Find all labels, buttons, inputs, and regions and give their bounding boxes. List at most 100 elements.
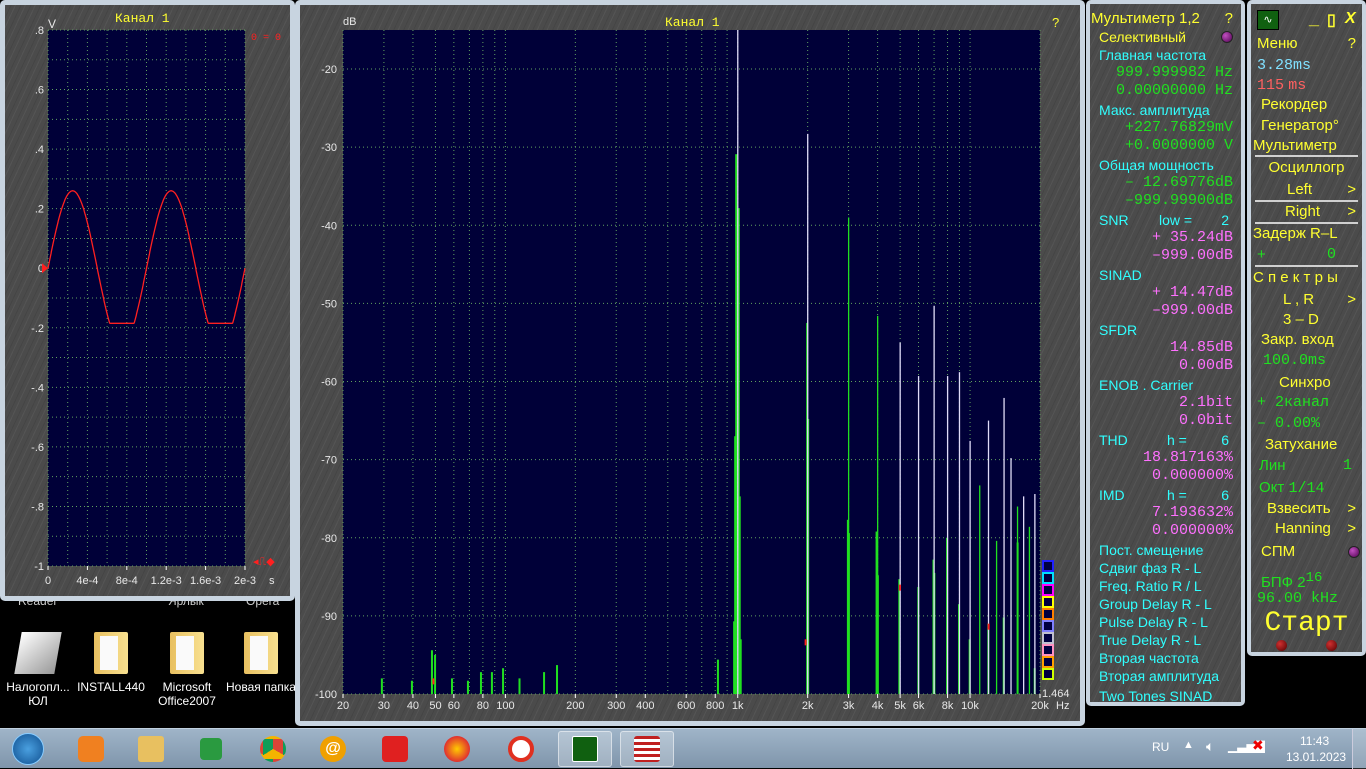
minimize-button[interactable]: _	[1309, 8, 1319, 29]
taskbar-media-player[interactable]	[64, 731, 118, 767]
delay-value[interactable]: +0	[1257, 245, 1356, 265]
spectrum-bar	[502, 668, 505, 694]
trace-color-swatch[interactable]	[1042, 620, 1054, 632]
3d-button[interactable]: 3 – D	[1257, 310, 1356, 330]
taskbar-chrome[interactable]	[246, 731, 300, 767]
trace-color-swatch[interactable]	[1042, 632, 1054, 644]
delay-label: Задерж R–L	[1253, 225, 1338, 242]
lin-setting[interactable]: Лин 1	[1257, 456, 1356, 476]
oct-setting[interactable]: Окт 1/14	[1257, 478, 1356, 498]
imd-h-label: h =	[1167, 487, 1187, 503]
trace-color-swatch[interactable]	[1042, 596, 1054, 608]
dc-offset-item[interactable]: Пост. смещение	[1099, 541, 1233, 559]
help-button[interactable]: ?	[1348, 34, 1356, 54]
multimeter-help-button[interactable]: ?	[1225, 10, 1233, 28]
clock-date[interactable]: 13.01.2023	[1286, 750, 1346, 764]
language-indicator[interactable]: RU	[1152, 740, 1169, 754]
true-delay-item[interactable]: True Delay R - L	[1099, 631, 1233, 649]
sync-channel[interactable]: + 2канал	[1257, 393, 1356, 413]
trace-color-swatch[interactable]	[1042, 584, 1054, 596]
x-tick-label: 1k	[732, 700, 744, 712]
taskbar-yandex[interactable]	[368, 731, 422, 767]
right-channel-button[interactable]: Right >	[1257, 202, 1356, 222]
second-freq-item[interactable]: Вторая частота	[1099, 649, 1233, 667]
recorder-button[interactable]: Рекордер	[1257, 95, 1356, 115]
start-button[interactable]: Старт	[1251, 608, 1362, 640]
pulse-delay-item[interactable]: Pulse Delay R - L	[1099, 613, 1233, 631]
spectrum-bar	[490, 672, 493, 694]
trace-color-swatch[interactable]	[1042, 644, 1054, 656]
thd-h-value[interactable]: 6	[1221, 431, 1229, 449]
imd-h-value[interactable]: 6	[1221, 486, 1229, 504]
x-tick-label: 2e-3	[234, 575, 256, 587]
taskbar-spectrum-app[interactable]	[558, 731, 612, 767]
zero-marker-icon	[42, 263, 48, 274]
value: –999.00	[1151, 247, 1215, 264]
desktop-icon-install440[interactable]: INSTALL440	[76, 632, 146, 694]
desktop-icon-new-folder[interactable]: Новая папка	[224, 632, 298, 694]
two-tones-sinad-item[interactable]: Two Tones SINAD	[1099, 687, 1233, 705]
selective-led-icon[interactable]	[1221, 31, 1233, 43]
trace-color-swatch[interactable]	[1042, 608, 1054, 620]
sync-level[interactable]: – 0.00%	[1257, 414, 1356, 434]
generator-button[interactable]: Генератор°	[1257, 116, 1356, 136]
sfdr-1: 14.85dB	[1099, 339, 1233, 357]
imd-1: 7.193632%	[1099, 504, 1233, 522]
clock-time[interactable]: 11:43	[1300, 734, 1329, 748]
fft-size[interactable]: БПФ 216	[1257, 568, 1356, 591]
desktop-icon-taxpayer[interactable]: Налогопл... ЮЛ	[3, 632, 73, 708]
value: 1	[1342, 457, 1352, 474]
unit: %	[1223, 467, 1233, 484]
close-button[interactable]: X	[1345, 10, 1356, 28]
trace-color-swatch[interactable]	[1042, 668, 1054, 680]
arrow-icon: >	[1347, 291, 1356, 308]
x-tick-label: 3k	[843, 700, 855, 712]
psd-led-icon[interactable]	[1348, 546, 1360, 558]
weighting-button[interactable]: Взвесить >	[1257, 499, 1356, 519]
left-channel-button[interactable]: Left >	[1257, 180, 1356, 200]
taskbar-explorer[interactable]	[124, 731, 178, 767]
multimeter-button[interactable]: Мультиметр	[1253, 136, 1356, 156]
closed-input-value[interactable]: 100.0ms	[1257, 350, 1356, 370]
phase-shift-item[interactable]: Сдвиг фаз R - L	[1099, 559, 1233, 577]
spectrum-bar	[430, 650, 433, 694]
marker-peak	[432, 678, 435, 685]
tray-expand-icon[interactable]: ▲	[1183, 739, 1194, 751]
spectrum-plot[interactable]: -20 -30 -40 -50 -60 -70 -80 -90 -10020 30 40 50 60 80…	[300, 5, 1080, 721]
unit: %	[1311, 415, 1321, 432]
selective-toggle[interactable]: Селективный	[1099, 28, 1233, 46]
psd-toggle[interactable]: СПМ	[1257, 542, 1360, 562]
taskbar-green-app[interactable]	[184, 731, 238, 767]
freq-ratio-item[interactable]: Freq. Ratio R / L	[1099, 577, 1233, 595]
start-button[interactable]	[8, 731, 48, 767]
value: – 0.00	[1257, 415, 1312, 432]
spectra-lr-button[interactable]: L , R >	[1257, 290, 1356, 310]
volume-icon[interactable]: 🔈︎	[1206, 738, 1214, 755]
plot-background	[343, 30, 1040, 694]
menu-button[interactable]: Меню?	[1257, 34, 1356, 54]
maximize-button[interactable]: ▯	[1327, 10, 1336, 30]
group-delay-item[interactable]: Group Delay R - L	[1099, 595, 1233, 613]
taskbar-yandex-browser[interactable]	[494, 731, 548, 767]
sample-rate[interactable]: 96.00 kHz	[1257, 589, 1356, 609]
unit: dB	[1214, 357, 1233, 374]
window-button[interactable]: Hanning >	[1257, 519, 1356, 539]
oscilloscope-plot[interactable]: .8.6.4.20-.2-.4-.6-.8-10 4e-4 8e-4 1.2e-3 1.…	[5, 5, 290, 596]
show-desktop-button[interactable]	[1352, 729, 1366, 769]
snr-low-value[interactable]: 2	[1221, 211, 1229, 229]
desktop-icon-office2007[interactable]: Microsoft Office2007	[152, 632, 222, 708]
closed-input-toggle[interactable]: Закр. вход	[1257, 330, 1356, 350]
taskbar-mail[interactable]: @	[306, 731, 360, 767]
harmonic-peak	[933, 305, 935, 694]
y-tick-label: -.2	[31, 323, 44, 335]
y-tick-label: .2	[35, 204, 44, 216]
trace-color-swatch[interactable]	[1042, 656, 1054, 668]
trace-color-swatch[interactable]	[1042, 572, 1054, 584]
trace-color-swatch[interactable]	[1042, 560, 1054, 572]
yandex-icon	[382, 736, 408, 762]
oscilloscope-button[interactable]: Осциллогр	[1257, 158, 1356, 178]
second-amp-item[interactable]: Вторая амплитуда	[1099, 667, 1233, 685]
taskbar-generator-app[interactable]	[620, 731, 674, 767]
taskbar-firefox[interactable]	[430, 731, 484, 767]
power-plug-icon[interactable]: ✖	[1252, 737, 1264, 754]
